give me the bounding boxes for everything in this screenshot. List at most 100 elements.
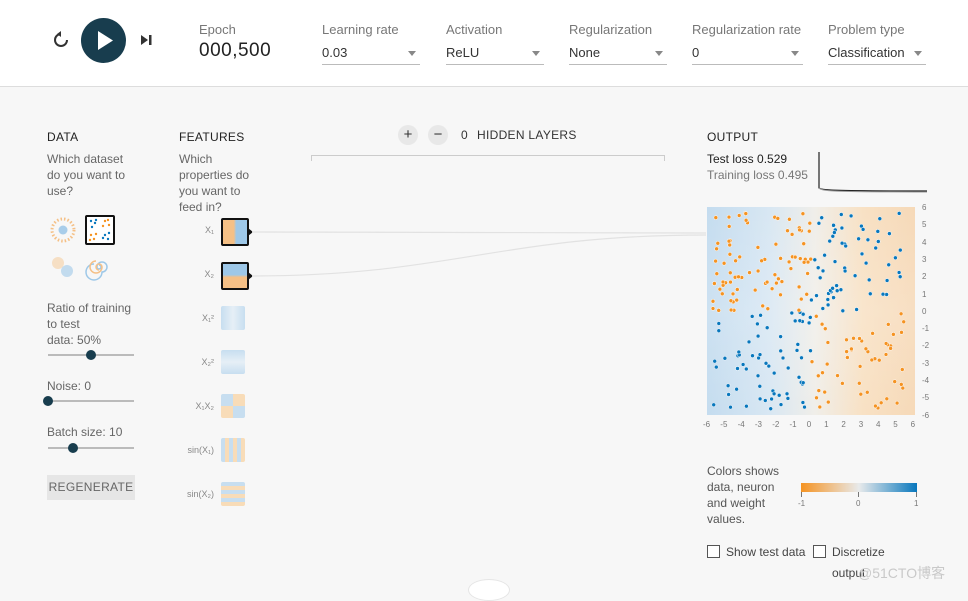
learning-rate-label: Learning rate — [322, 22, 399, 37]
reset-icon[interactable] — [52, 31, 70, 49]
y-tick: -2 — [922, 341, 930, 351]
y-tick: 3 — [922, 254, 927, 264]
problem-type-select[interactable]: Classification — [828, 45, 926, 65]
feature-x1[interactable] — [221, 218, 249, 246]
loss-chart — [818, 152, 928, 193]
feature-x1x2[interactable] — [221, 394, 245, 418]
data-point — [894, 400, 900, 406]
data-point — [819, 321, 825, 327]
data-point — [819, 215, 824, 220]
feature-x2-squared[interactable] — [221, 350, 245, 374]
discretize-output-checkbox[interactable] — [813, 545, 826, 558]
data-point — [800, 400, 806, 405]
data-point — [778, 402, 784, 407]
data-point — [778, 292, 783, 298]
data-point — [801, 260, 807, 265]
data-point — [759, 258, 764, 264]
data-point — [795, 342, 801, 347]
learning-rate-select[interactable]: 0.03 — [322, 45, 420, 65]
data-point — [769, 286, 775, 291]
data-point — [848, 213, 854, 219]
add-layer-button[interactable]: + — [398, 125, 418, 145]
x-tick: 4 — [876, 420, 881, 429]
data-point — [717, 286, 723, 292]
show-test-data-checkbox[interactable] — [707, 545, 720, 558]
activation-select[interactable]: ReLU — [446, 45, 544, 65]
data-point — [804, 292, 809, 297]
data-point — [886, 262, 891, 268]
feature-x1-squared[interactable] — [221, 306, 245, 330]
x-tick: -2 — [772, 420, 780, 429]
regularization-select[interactable]: None — [569, 45, 667, 65]
feature-x2[interactable] — [221, 262, 249, 290]
feature-sin-x2[interactable] — [221, 482, 245, 506]
batch-size-slider[interactable] — [48, 447, 134, 449]
data-point — [714, 271, 720, 276]
data-point — [863, 346, 869, 352]
data-point — [733, 258, 738, 264]
data-point — [726, 224, 732, 229]
y-tick: -3 — [922, 358, 930, 368]
data-point — [736, 274, 741, 280]
data-point — [807, 220, 813, 226]
dataset-circle[interactable] — [49, 216, 77, 244]
data-point — [822, 252, 827, 258]
feature-sin-x1[interactable] — [221, 438, 245, 462]
data-point — [764, 279, 770, 285]
activation-label: Activation — [446, 22, 503, 37]
y-tick: 6 — [922, 203, 927, 212]
play-icon — [98, 31, 113, 50]
y-tick: -4 — [922, 376, 930, 385]
data-point — [875, 229, 881, 234]
data-point — [840, 381, 845, 386]
data-point — [823, 326, 828, 331]
dataset-spiral[interactable] — [85, 253, 113, 281]
data-point — [877, 357, 882, 363]
noise-label: Noise: 0 — [47, 379, 92, 393]
data-point — [898, 247, 903, 253]
dataset-xor[interactable] — [85, 215, 115, 245]
data-point — [750, 353, 755, 358]
noise-slider[interactable] — [48, 400, 134, 402]
data-point — [824, 361, 830, 367]
noise-slider-handle[interactable] — [43, 396, 53, 406]
data-point — [714, 364, 719, 370]
data-point — [857, 336, 862, 341]
data-point — [899, 330, 904, 335]
data-point — [843, 243, 848, 249]
data-point — [820, 306, 826, 311]
data-point — [884, 278, 890, 283]
x-tick: 3 — [858, 420, 864, 429]
data-point — [896, 211, 902, 216]
data-point — [800, 311, 806, 317]
remove-layer-button[interactable]: − — [428, 125, 448, 145]
data-point — [815, 265, 821, 270]
data-point — [839, 212, 844, 217]
y-tick: 1 — [922, 289, 927, 299]
data-point — [763, 398, 768, 403]
y-tick: 5 — [922, 220, 927, 230]
step-icon[interactable] — [139, 33, 153, 47]
data-point — [799, 355, 804, 361]
data-point — [865, 237, 871, 243]
data-point — [801, 241, 806, 246]
batch-size-slider-handle[interactable] — [67, 443, 78, 453]
data-point — [711, 402, 716, 408]
dataset-gaussian[interactable] — [49, 253, 77, 281]
regenerate-button[interactable]: REGENERATE — [47, 475, 135, 500]
data-point — [877, 216, 883, 221]
ratio-label: Ratio of training to test data: 50% — [47, 301, 132, 347]
data-point — [736, 349, 742, 355]
data-point — [831, 223, 836, 228]
regularization-rate-select[interactable]: 0 — [692, 45, 803, 65]
x-tick: -3 — [754, 420, 763, 429]
data-point — [784, 391, 790, 397]
data-point — [820, 268, 826, 274]
data-point — [728, 270, 733, 276]
hidden-layers-count: 0 — [461, 128, 468, 142]
ratio-slider-handle[interactable] — [86, 350, 96, 360]
data-point — [713, 258, 718, 264]
y-tick: -5 — [922, 393, 930, 403]
data-point — [786, 259, 792, 265]
play-button[interactable] — [81, 18, 126, 63]
